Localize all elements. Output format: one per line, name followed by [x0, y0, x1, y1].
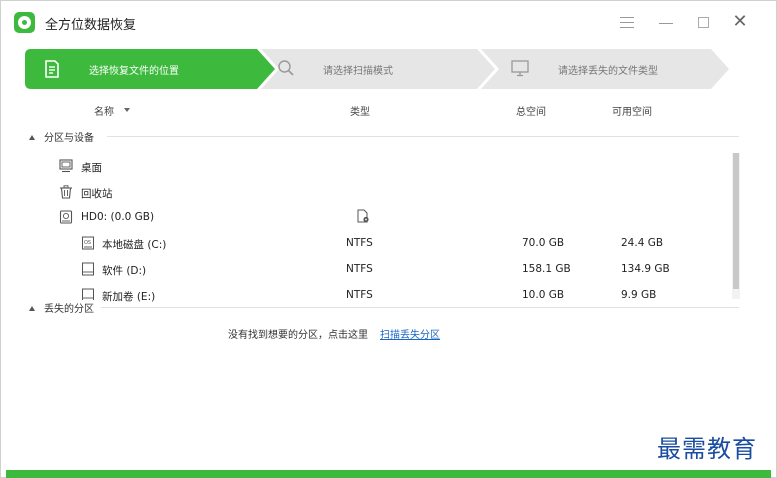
column-header-name[interactable]: 名称 [94, 103, 114, 118]
scrollbar-thumb[interactable] [733, 153, 739, 289]
section-lost-partitions[interactable]: 丢失的分区 [29, 300, 96, 315]
item-free: 9.9 GB [621, 289, 657, 301]
drive-icon [82, 262, 94, 276]
list-item[interactable]: HD0: (0.0 GB) [1, 207, 731, 227]
item-name: 桌面 [81, 162, 102, 174]
table-row[interactable]: 新加卷 (E:) NTFS 10.0 GB 9.9 GB [1, 285, 731, 305]
item-name: 软件 (D:) [102, 265, 147, 277]
close-icon[interactable]: ✕ [731, 13, 749, 31]
item-name: HD0: (0.0 GB) [81, 211, 155, 223]
section-divider [107, 136, 739, 137]
step-3-label: 请选择丢失的文件类型 [558, 66, 658, 77]
scan-lost-partition-link[interactable]: 扫描丢失分区 [380, 330, 440, 341]
item-type: NTFS [346, 237, 373, 249]
item-total: 158.1 GB [522, 263, 571, 275]
lost-partition-text: 没有找到想要的分区，点击这里 [228, 330, 368, 341]
section-divider [101, 307, 739, 308]
desktop-icon [59, 159, 73, 173]
menu-icon[interactable] [618, 13, 636, 31]
collapse-triangle-icon[interactable] [29, 135, 35, 140]
document-icon [45, 60, 59, 78]
file-settings-icon [357, 209, 369, 223]
os-drive-icon: OS [82, 236, 94, 250]
item-name: 新加卷 (E:) [102, 291, 156, 303]
trash-icon [60, 185, 72, 199]
lost-partition-message: 没有找到想要的分区，点击这里 扫描丢失分区 [228, 326, 440, 341]
item-total: 10.0 GB [522, 289, 565, 301]
item-type: NTFS [346, 289, 373, 301]
vertical-scrollbar[interactable] [732, 153, 740, 299]
item-total: 70.0 GB [522, 237, 565, 249]
search-icon [278, 60, 294, 76]
item-name: 本地磁盘 (C:) [102, 239, 167, 251]
collapse-triangle-icon[interactable] [29, 306, 35, 311]
monitor-icon [511, 60, 529, 77]
section-devices-label: 分区与设备 [44, 133, 94, 144]
hard-disk-icon [59, 210, 73, 224]
step-1-label: 选择恢复文件的位置 [89, 66, 179, 77]
app-logo-icon [14, 12, 35, 33]
title-bar: 全方位数据恢复 ✕ [1, 1, 776, 41]
section-lost-label: 丢失的分区 [44, 304, 94, 315]
app-window: 全方位数据恢复 ✕ 选择恢复文件的位置 请选择扫描模式 请选择丢失的文件类型 名… [0, 0, 777, 478]
column-header-free[interactable]: 可用空间 [612, 103, 652, 118]
item-free: 134.9 GB [621, 263, 670, 275]
column-header-total[interactable]: 总空间 [516, 103, 546, 118]
step-wizard: 选择恢复文件的位置 请选择扫描模式 请选择丢失的文件类型 [25, 49, 729, 89]
step-select-location[interactable]: 选择恢复文件的位置 [25, 49, 275, 89]
item-free: 24.4 GB [621, 237, 664, 249]
svg-text:OS: OS [84, 240, 91, 246]
table-row[interactable]: OS 本地磁盘 (C:) NTFS 70.0 GB 24.4 GB [1, 233, 731, 253]
app-title: 全方位数据恢复 [45, 18, 137, 33]
list-item[interactable]: 回收站 [1, 182, 731, 202]
sort-down-icon[interactable] [124, 108, 130, 112]
table-row[interactable]: 软件 (D:) NTFS 158.1 GB 134.9 GB [1, 259, 731, 279]
watermark: 最需教育 [657, 435, 757, 463]
minimize-icon[interactable] [657, 13, 675, 31]
maximize-icon[interactable] [695, 13, 713, 31]
section-devices[interactable]: 分区与设备 [29, 129, 94, 144]
bottom-bar [6, 470, 771, 478]
step-2-label: 请选择扫描模式 [323, 66, 393, 77]
column-header-type[interactable]: 类型 [350, 103, 370, 118]
list-item[interactable]: 桌面 [1, 156, 731, 176]
item-type: NTFS [346, 263, 373, 275]
item-name: 回收站 [81, 188, 113, 200]
